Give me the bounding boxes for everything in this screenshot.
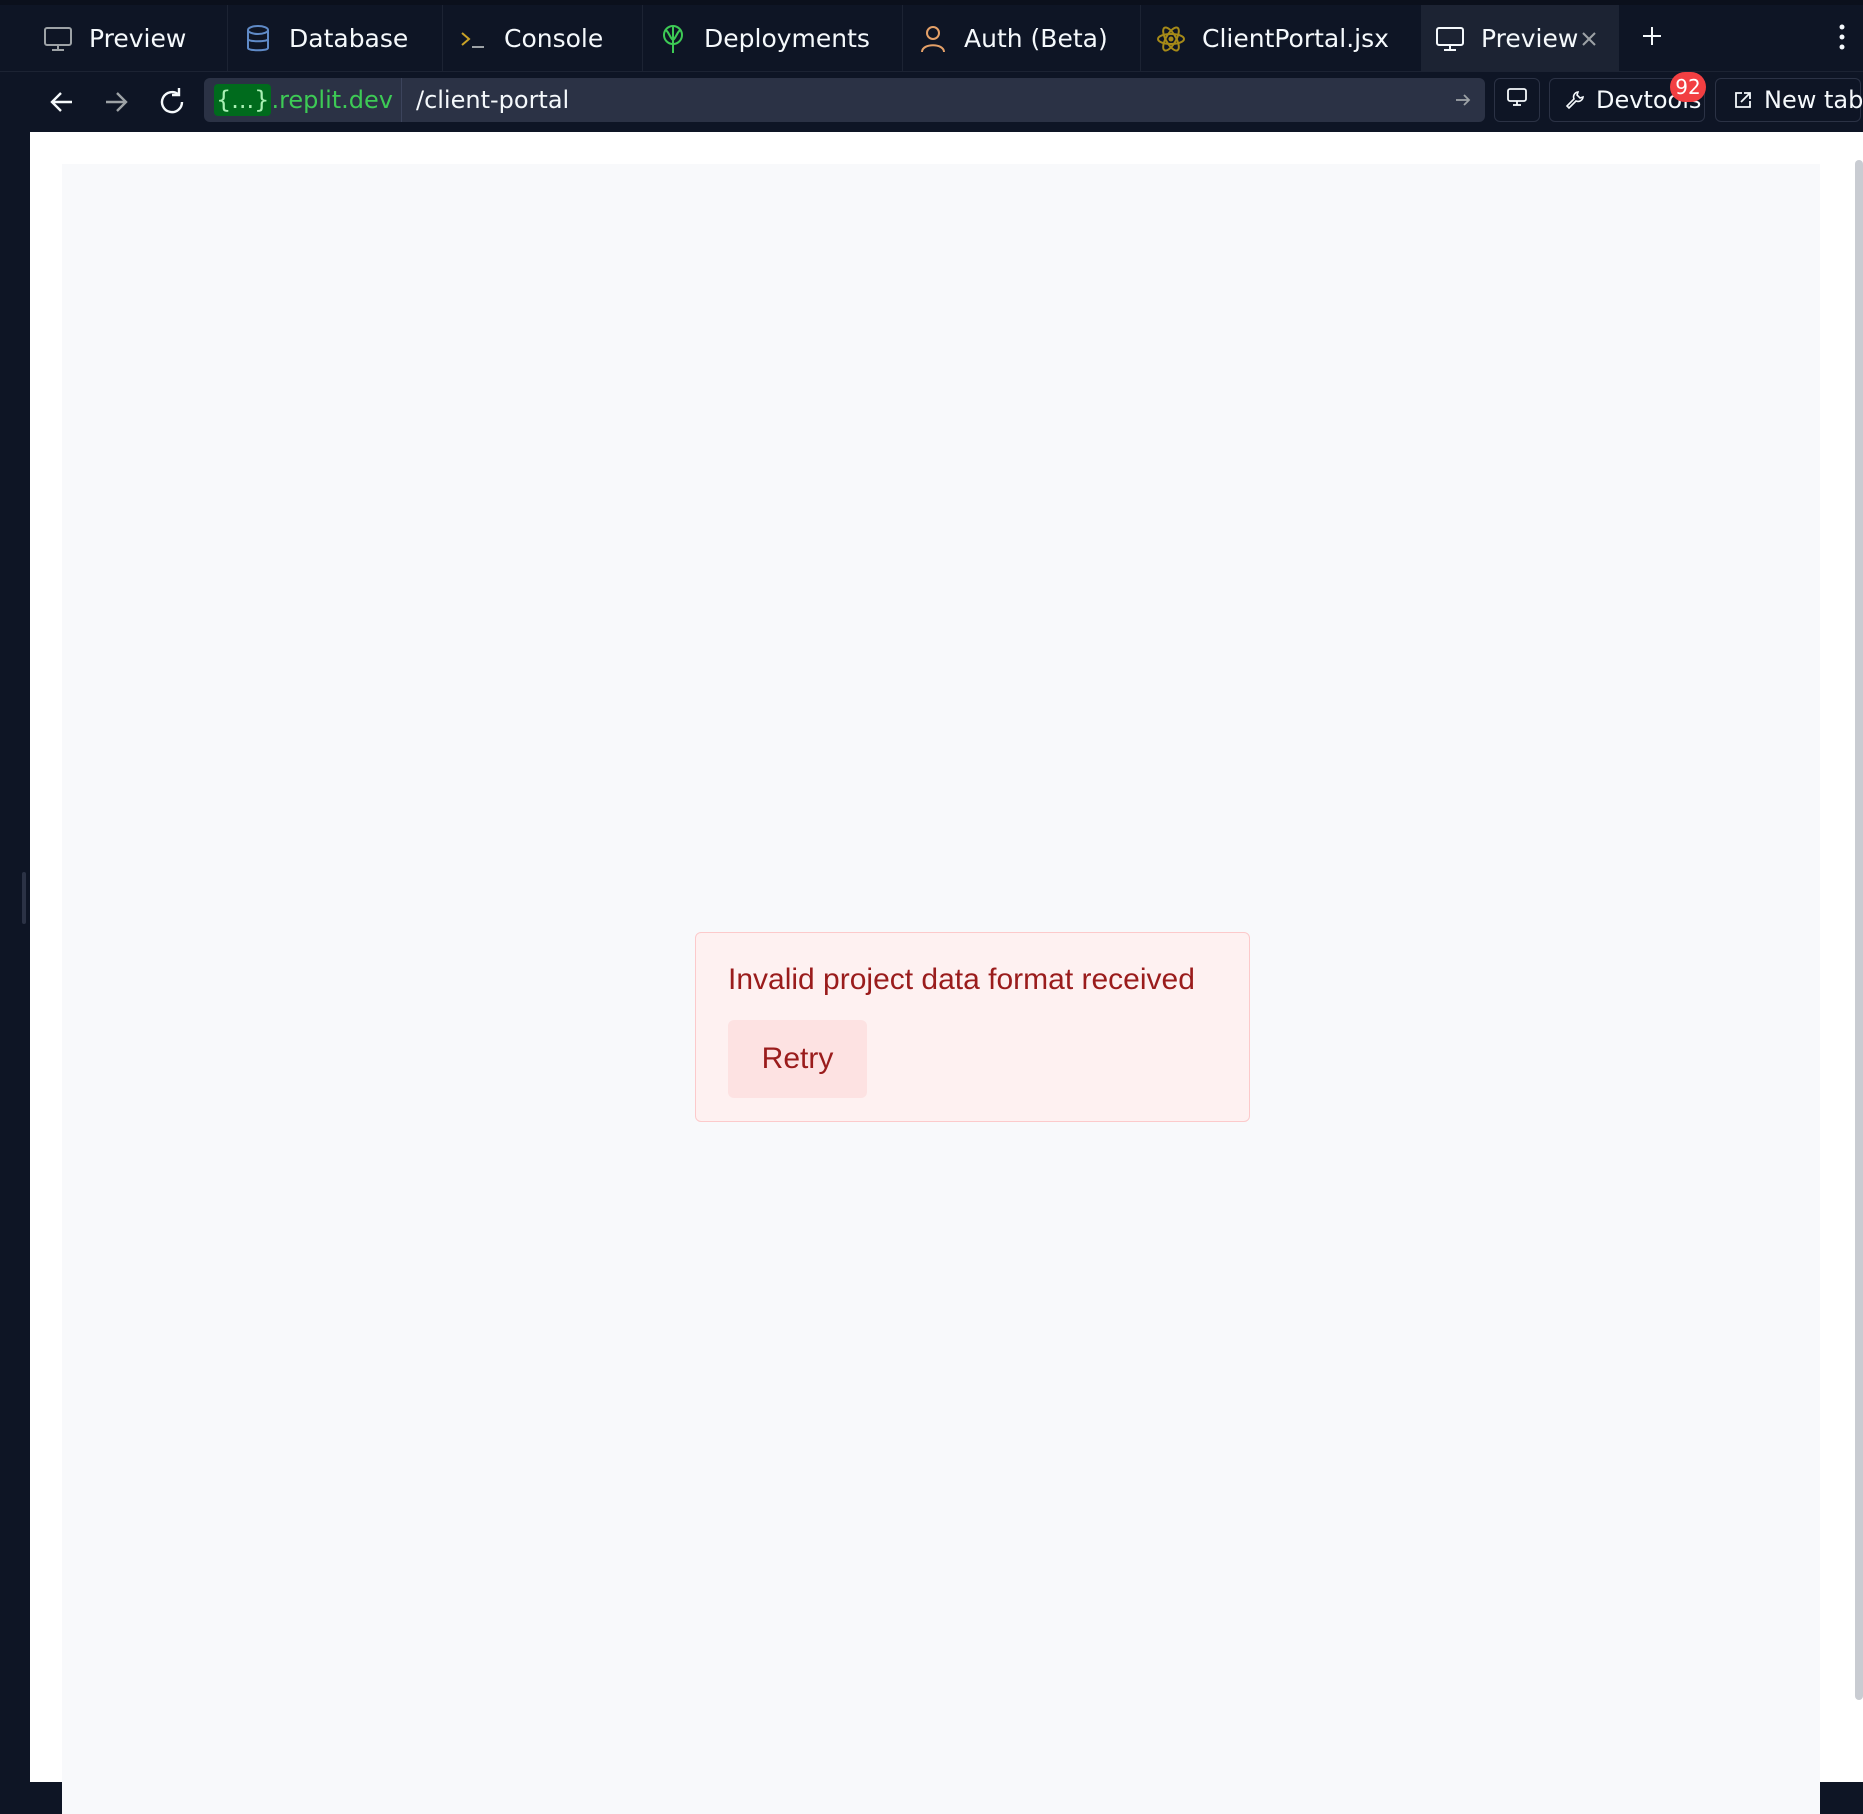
- tab-preview[interactable]: Preview: [30, 5, 228, 72]
- react-icon: [1155, 23, 1187, 55]
- new-tab-label: New tab: [1764, 86, 1863, 114]
- tab-deployments[interactable]: Deployments: [643, 5, 903, 72]
- new-tab-button[interactable]: New tab: [1715, 78, 1863, 122]
- device-preview-button[interactable]: [1494, 78, 1540, 122]
- close-icon[interactable]: [1578, 27, 1600, 49]
- error-message: Invalid project data format received: [728, 963, 1195, 996]
- deployments-icon: [657, 23, 689, 55]
- viewport-scrollbar[interactable]: [1855, 160, 1863, 1700]
- monitor-icon: [1434, 23, 1466, 55]
- url-path[interactable]: /client-portal: [402, 86, 569, 114]
- tab-label: Preview: [89, 24, 187, 53]
- preview-viewport: Invalid project data format received Ret…: [30, 132, 1863, 1814]
- tab-label: Console: [504, 24, 604, 53]
- tab-label: Deployments: [704, 24, 870, 53]
- tab-clientportal-jsx[interactable]: ClientPortal.jsx: [1141, 5, 1422, 72]
- retry-button[interactable]: Retry: [728, 1020, 867, 1098]
- user-icon: [917, 23, 949, 55]
- url-host: {...} .replit.dev: [204, 78, 402, 122]
- monitor-icon: [1505, 85, 1529, 115]
- tab-label: Database: [289, 24, 409, 53]
- tab-preview-active[interactable]: Preview: [1422, 5, 1619, 72]
- tab-auth[interactable]: Auth (Beta): [903, 5, 1141, 72]
- external-link-icon: [1732, 89, 1754, 111]
- arrow-right-icon[interactable]: [1451, 88, 1475, 112]
- tab-label: ClientPortal.jsx: [1202, 24, 1389, 53]
- tab-label: Auth (Beta): [964, 24, 1108, 53]
- tab-bar: Preview Database Console Deployments Aut…: [0, 0, 1863, 72]
- error-alert: Invalid project data format received Ret…: [695, 932, 1250, 1122]
- plus-icon[interactable]: [1636, 18, 1668, 54]
- monitor-icon: [42, 23, 74, 55]
- tab-label: Preview: [1481, 24, 1579, 53]
- panel-resize-handle[interactable]: [22, 872, 26, 924]
- wrench-icon: [1564, 89, 1586, 111]
- tab-database[interactable]: Database: [228, 5, 443, 72]
- url-host-chip: {...}: [214, 84, 272, 116]
- url-domain: .replit.dev: [271, 86, 393, 114]
- reload-button[interactable]: [152, 82, 192, 122]
- forward-button[interactable]: [96, 82, 136, 122]
- more-options-icon[interactable]: [1830, 20, 1854, 54]
- left-panel-edge: [0, 72, 30, 1782]
- tab-console[interactable]: Console: [443, 5, 643, 72]
- url-bar[interactable]: {...} .replit.dev /client-portal: [204, 78, 1485, 122]
- database-icon: [242, 23, 274, 55]
- back-button[interactable]: [42, 82, 82, 122]
- terminal-icon: [457, 23, 489, 55]
- client-portal-page: Invalid project data format received Ret…: [62, 164, 1820, 1814]
- devtools-count-badge: 92: [1670, 72, 1706, 102]
